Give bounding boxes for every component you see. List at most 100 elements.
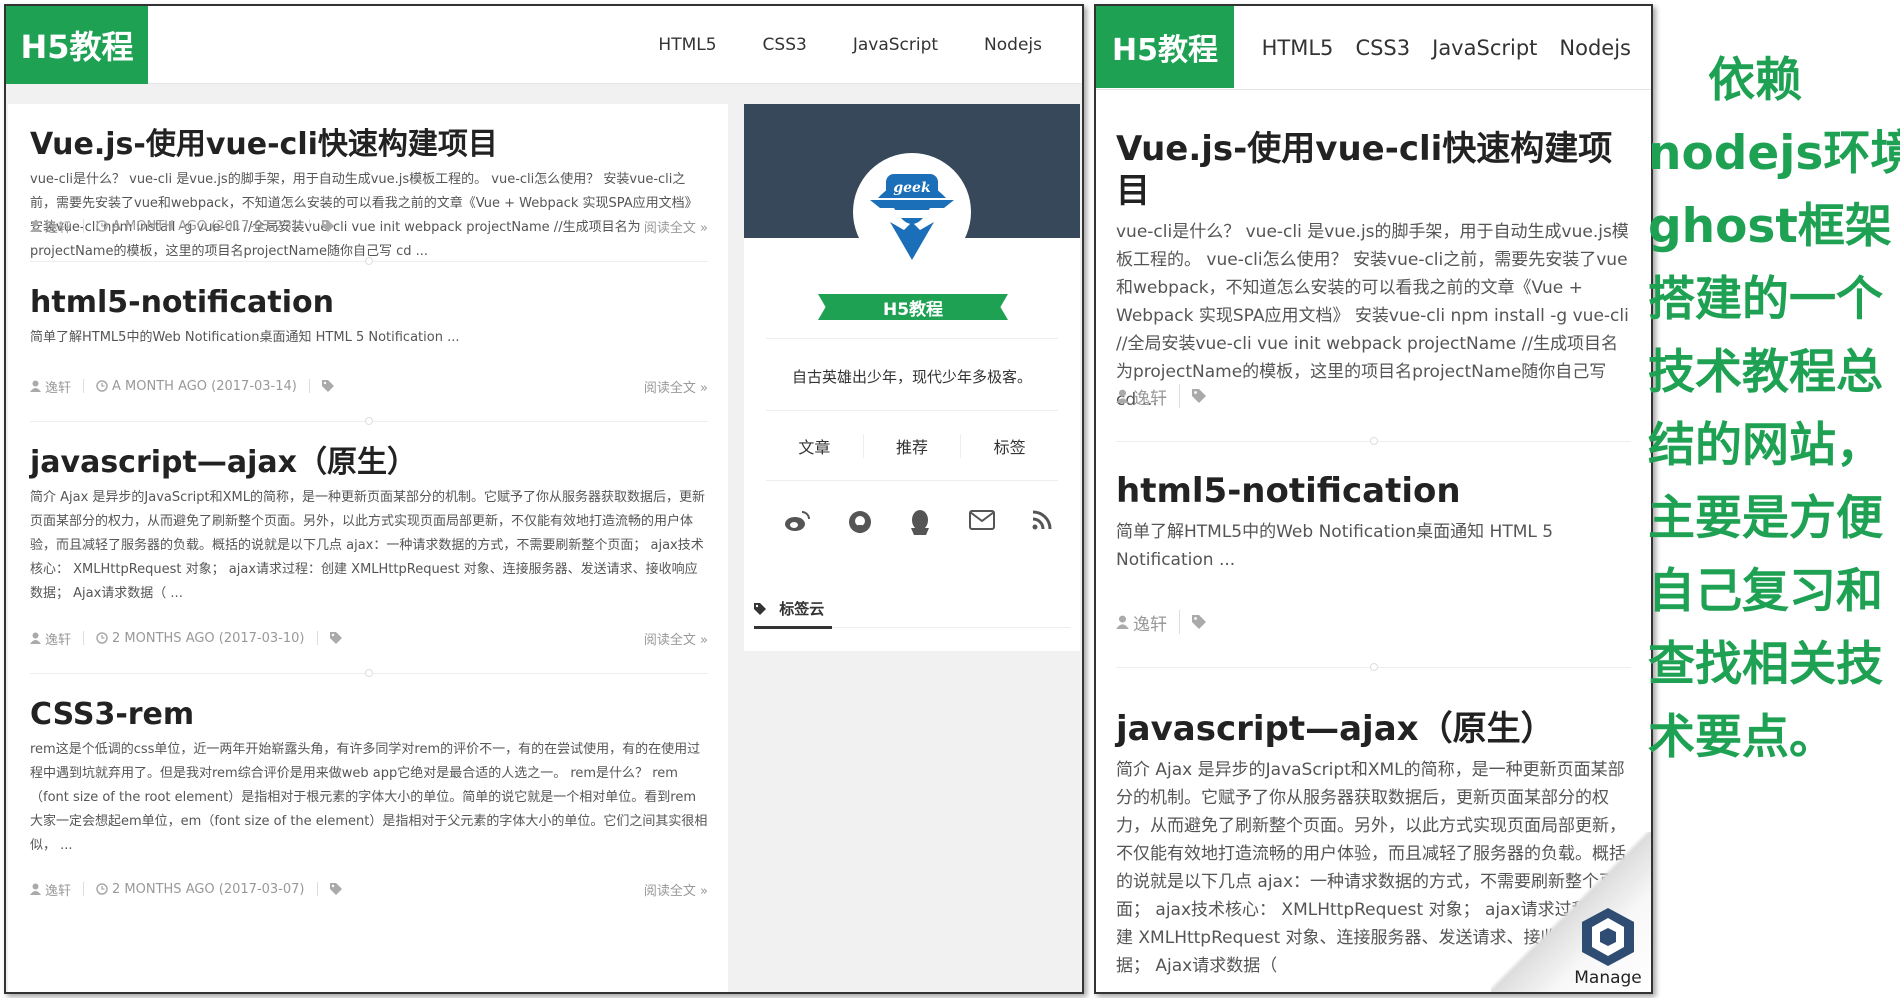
tag-icon [321, 219, 334, 234]
post-date: A MONTH AGO (2017-03-23) [112, 218, 297, 234]
post-title[interactable]: html5-notification [1116, 470, 1631, 512]
profile-tabs: 文章 推荐 标签 [766, 434, 1058, 458]
post-excerpt: 简介 Ajax 是异步的JavaScript和XML的简称，是一种更新页面某部分… [30, 490, 705, 601]
caption-line: 主要是方便 [1648, 491, 1883, 546]
divider [766, 410, 1058, 411]
post-title[interactable]: Vue.js-使用vue-cli快速构建项目 [30, 126, 708, 164]
nav-javascript[interactable]: JavaScript [1432, 36, 1537, 60]
profile-name-ribbon: H5教程 [818, 294, 1008, 320]
post-date: 2 MONTHS AGO (2017-03-07) [112, 881, 305, 897]
caption-line: 技术教程总 [1648, 345, 1883, 400]
divider [766, 480, 1058, 481]
post-meta: 逸轩 2 MONTHS AGO (2017-03-10) 阅读全文 » [30, 629, 708, 648]
post-excerpt: rem这是个低调的css单位，近一两年开始崭露头角，有许多同学对rem的评价不一… [30, 742, 708, 853]
tag-icon [329, 882, 342, 897]
post-title[interactable]: javascript—ajax（原生） [30, 444, 708, 482]
caption-line: 查找相关技 [1648, 637, 1883, 692]
tab-recommend[interactable]: 推荐 [864, 434, 962, 458]
divider [308, 219, 310, 233]
avatar: geek [853, 153, 971, 271]
manage-button[interactable]: Manage [1569, 892, 1647, 988]
desktop-screenshot: H5教程 HTML5 CSS3 JavaScript Nodejs Vue.js… [4, 4, 1084, 994]
read-more-link[interactable]: 阅读全文 » [644, 629, 708, 648]
clock-icon [96, 379, 108, 394]
tagcloud-label: 标签云 [779, 600, 825, 618]
svg-text:geek: geek [893, 180, 931, 196]
main-nav: HTML5 CSS3 JavaScript Nodejs [658, 6, 1042, 84]
post-author[interactable]: 逸轩 [1133, 384, 1167, 409]
tag-icon [329, 631, 342, 646]
post-author[interactable]: 逸轩 [45, 217, 71, 236]
github-icon[interactable] [848, 510, 872, 540]
post-meta: 逸轩 [1116, 610, 1631, 635]
user-icon [30, 631, 41, 646]
post-title[interactable]: javascript—ajax（原生） [1116, 708, 1631, 750]
post-title[interactable]: html5-notification [30, 284, 708, 322]
post-date: A MONTH AGO (2017-03-14) [112, 378, 297, 394]
tag-icon [1192, 612, 1206, 632]
post-meta: 逸轩 2 MONTHS AGO (2017-03-07) 阅读全文 » [30, 880, 708, 899]
nav-css3[interactable]: CSS3 [1355, 36, 1410, 60]
nav-html5[interactable]: HTML5 [1262, 36, 1334, 60]
profile-motto: 自古英雄出少年，现代少年多极客。 [791, 368, 1032, 386]
caption-line: 术要点。 [1648, 710, 1836, 765]
read-more-link[interactable]: 阅读全文 » [644, 377, 708, 396]
rss-icon[interactable] [1032, 510, 1052, 540]
tagcloud-widget: 标签云 [744, 586, 1080, 651]
post-excerpt: 简单了解HTML5中的Web Notification桌面通知 HTML 5 N… [1116, 522, 1554, 570]
post-item: html5-notification 简单了解HTML5中的Web Notifi… [1116, 442, 1631, 671]
user-icon [30, 882, 41, 897]
nav-css3[interactable]: CSS3 [763, 35, 807, 55]
post-date: 2 MONTHS AGO (2017-03-10) [112, 630, 305, 646]
post-excerpt: vue-cli是什么？ vue-cli 是vue.js的脚手架，用于自动生成vu… [30, 172, 698, 259]
post-author[interactable]: 逸轩 [45, 377, 71, 396]
clock-icon [96, 882, 108, 897]
tagcloud-underline [754, 626, 832, 629]
nav-javascript[interactable]: JavaScript [853, 35, 938, 55]
post-author[interactable]: 逸轩 [45, 629, 71, 648]
read-more-link[interactable]: 阅读全文 » [644, 217, 708, 236]
site-logo[interactable]: H5教程 [1096, 6, 1234, 88]
post-title[interactable]: Vue.js-使用vue-cli快速构建项目 [1116, 128, 1631, 212]
geek-avatar-icon: geek [870, 174, 954, 260]
divider [83, 379, 85, 393]
divider [766, 338, 1058, 339]
mobile-screenshot: H5教程 HTML5 CSS3 JavaScript Nodejs Vue.js… [1094, 4, 1653, 994]
divider [83, 219, 85, 233]
tab-tags[interactable]: 标签 [961, 434, 1058, 458]
user-icon [30, 219, 41, 234]
divider [316, 631, 318, 645]
nav-nodejs[interactable]: Nodejs [984, 35, 1042, 55]
caption-line: 依赖 [1708, 53, 1802, 108]
post-author[interactable]: 逸轩 [1133, 610, 1167, 635]
weibo-icon[interactable] [784, 510, 810, 540]
user-icon [1116, 612, 1129, 632]
divider [308, 379, 310, 393]
clock-icon [96, 219, 108, 234]
qq-icon[interactable] [909, 510, 931, 540]
main-nav: HTML5 CSS3 JavaScript Nodejs [1262, 6, 1631, 90]
post-item: Vue.js-使用vue-cli快速构建项目 vue-cli是什么？ vue-c… [30, 104, 708, 265]
tag-icon [321, 379, 334, 394]
tagcloud-title: 标签云 [754, 598, 1070, 629]
post-author[interactable]: 逸轩 [45, 880, 71, 899]
caption-line: 自己复习和 [1648, 564, 1883, 619]
post-item: html5-notification 简单了解HTML5中的Web Notifi… [30, 262, 708, 425]
caption-text: 依赖 nodejs环境 ghost框架 搭建的一个 技术教程总 结的网站， 主要… [1648, 44, 1900, 774]
post-item: javascript—ajax（原生） 简介 Ajax 是异步的JavaScri… [30, 422, 708, 677]
post-title[interactable]: CSS3-rem [30, 696, 708, 734]
mail-icon[interactable] [968, 510, 995, 540]
caption-line: 搭建的一个 [1648, 272, 1883, 327]
nav-nodejs[interactable]: Nodejs [1559, 36, 1631, 60]
caption-line: 结的网站， [1648, 418, 1883, 473]
nav-html5[interactable]: HTML5 [658, 35, 716, 55]
site-logo[interactable]: H5教程 [6, 6, 148, 84]
caption-line: nodejs环境 [1648, 126, 1900, 181]
read-more-link[interactable]: 阅读全文 » [644, 880, 708, 899]
post-list: Vue.js-使用vue-cli快速构建项目 vue-cli是什么？ vue-c… [8, 104, 728, 992]
tab-articles[interactable]: 文章 [766, 434, 864, 458]
manage-label: Manage [1574, 968, 1642, 988]
divider [1179, 384, 1180, 408]
caption-line: ghost框架 [1648, 199, 1892, 254]
user-icon [30, 379, 41, 394]
